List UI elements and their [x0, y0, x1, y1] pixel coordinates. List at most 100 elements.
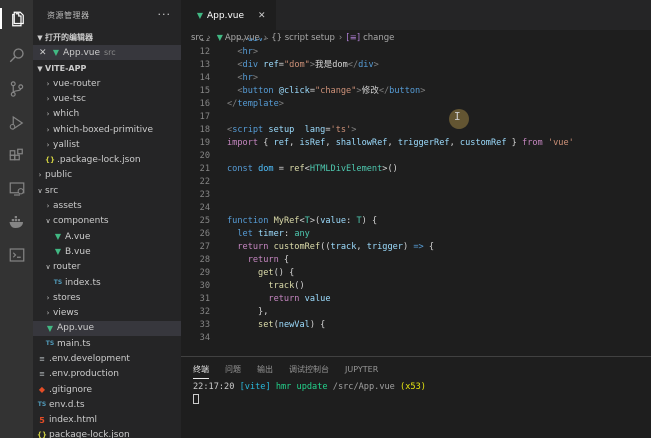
- code-line: 33 set(newVal) {: [181, 319, 651, 332]
- code-line: 22: [181, 176, 651, 189]
- tree-item[interactable]: › which-boxed-primitive: [33, 122, 181, 137]
- code-text: <hr>: [237, 73, 259, 83]
- code-text: import { ref, isRef, shallowRef, trigger…: [227, 138, 574, 148]
- tree-item-label: vue-tsc: [53, 93, 86, 104]
- panel-tabs: 终端 问题 输出 调试控制台 JUPYTER: [181, 357, 651, 381]
- tree-item[interactable]: ▼ App.vue: [33, 320, 181, 337]
- env-file-icon: ≡: [39, 370, 45, 379]
- code-line: 14 <hr>: [181, 72, 651, 85]
- explorer-icon[interactable]: [0, 8, 33, 29]
- tab-app-vue[interactable]: ▼ App.vue ✕: [181, 0, 276, 30]
- panel-tab[interactable]: 终端: [193, 364, 209, 379]
- open-editor-item[interactable]: ✕ ▼ App.vue src: [33, 45, 181, 60]
- docker-icon[interactable]: [6, 211, 27, 232]
- tree-item-label: which-boxed-primitive: [53, 124, 154, 135]
- line-number: 26: [199, 229, 210, 239]
- code-text: <button @click="change">修改</button>: [237, 86, 426, 96]
- code-line: 25 function MyRef<T>(value: T) {: [181, 215, 651, 228]
- tree-item[interactable]: › vue-router: [33, 76, 181, 91]
- vue-file-icon: ▼: [196, 11, 204, 20]
- tree-item[interactable]: TS env.d.ts: [33, 397, 181, 412]
- vue-file-icon: ▼: [54, 247, 62, 257]
- line-number: 12: [199, 47, 210, 57]
- source-control-icon[interactable]: [6, 78, 27, 99]
- tree-item[interactable]: {} package-lock.json: [33, 428, 181, 438]
- extensions-icon[interactable]: [6, 145, 27, 166]
- code-text: <hr>: [237, 47, 259, 57]
- code-text: track(): [268, 281, 305, 291]
- tree-item-label: main.ts: [57, 338, 91, 349]
- tree-item-label: App.vue: [57, 323, 95, 334]
- code-line: 30 track(): [181, 280, 651, 293]
- code-text: },: [227, 307, 269, 317]
- json-file-icon: {}: [45, 156, 55, 165]
- more-actions-icon[interactable]: ···: [158, 8, 172, 21]
- line-number: 14: [199, 73, 210, 83]
- line-number: 11: [199, 38, 210, 44]
- line-number: 31: [199, 294, 210, 304]
- vue-file-icon: ▼: [54, 232, 62, 242]
- tree-item[interactable]: › views: [33, 305, 181, 320]
- tree-item-label: vue-router: [53, 78, 101, 89]
- tab-bar: ▼ App.vue ✕: [181, 0, 651, 30]
- open-editors-header[interactable]: ▼ 打开的编辑器: [33, 30, 181, 45]
- line-number: 25: [199, 216, 210, 226]
- tree-item-label: A.vue: [65, 231, 91, 242]
- panel-tab[interactable]: JUPYTER: [345, 365, 378, 374]
- tree-item[interactable]: ∨ router: [33, 260, 181, 275]
- code-text: get() {: [258, 268, 295, 278]
- panel-tab[interactable]: 问题: [225, 364, 241, 375]
- line-number: 19: [199, 138, 210, 148]
- tree-item[interactable]: › public: [33, 168, 181, 183]
- line-number: 28: [199, 255, 210, 265]
- tree-item[interactable]: › vue-tsc: [33, 91, 181, 106]
- chevron-right-icon: ›: [46, 309, 50, 318]
- panel-tab[interactable]: 调试控制台: [289, 364, 329, 375]
- tree-item[interactable]: ∨ components: [33, 214, 181, 229]
- code-editor[interactable]: 11 </div> 12 <hr> 13 <div ref="dom">我是dom<…: [181, 38, 651, 356]
- tree-item[interactable]: TS index.ts: [33, 275, 181, 290]
- tree-item[interactable]: 5 index.html: [33, 413, 181, 428]
- terminal-cursor: [193, 393, 199, 404]
- line-number: 15: [199, 86, 210, 96]
- close-icon[interactable]: ✕: [39, 48, 49, 58]
- tree-item[interactable]: › assets: [33, 198, 181, 213]
- close-tab-icon[interactable]: ✕: [258, 11, 266, 21]
- json-file-icon: {}: [37, 431, 47, 438]
- line-number: 24: [199, 203, 210, 213]
- tree-item[interactable]: › yallist: [33, 137, 181, 152]
- run-debug-icon[interactable]: [6, 112, 27, 133]
- code-text: return value: [268, 294, 331, 304]
- tree-item[interactable]: TS main.ts: [33, 336, 181, 351]
- tree-item[interactable]: ▼ A.vue: [33, 229, 181, 244]
- code-line: 13 <div ref="dom">我是dom</div>: [181, 59, 651, 72]
- code-text: </div>: [237, 38, 269, 44]
- tree-item[interactable]: ∨ src: [33, 183, 181, 198]
- chevron-down-icon: ∨: [37, 186, 43, 195]
- terminal-icon[interactable]: [6, 244, 27, 265]
- tree-item[interactable]: ◆ .gitignore: [33, 382, 181, 397]
- tree-item[interactable]: {} .package-lock.json: [33, 152, 181, 167]
- panel-tab[interactable]: 输出: [257, 364, 273, 375]
- tree-item[interactable]: › stores: [33, 290, 181, 305]
- chevron-down-icon: ▼: [37, 33, 43, 42]
- code-text: set(newVal) {: [258, 320, 326, 330]
- code-text: return customRef((track, trigger) => {: [237, 242, 435, 252]
- code-text: </template>: [227, 99, 284, 109]
- code-line: 21 const dom = ref<HTMLDivElement>(): [181, 163, 651, 176]
- remote-explorer-icon[interactable]: [6, 178, 27, 199]
- tree-item[interactable]: ≡ .env.development: [33, 351, 181, 366]
- typescript-file-icon: TS: [45, 340, 55, 348]
- project-header[interactable]: ▼ VITE-APP: [33, 61, 181, 76]
- tree-item[interactable]: ≡ .env.production: [33, 367, 181, 382]
- tree-item[interactable]: ▼ B.vue: [33, 244, 181, 259]
- activity-bar: [0, 0, 33, 438]
- terminal-line: 22:17:20 [vite] hmr update /src/App.vue …: [193, 382, 426, 392]
- tree-item[interactable]: › which: [33, 107, 181, 122]
- terminal-output[interactable]: 22:17:20 [vite] hmr update /src/App.vue …: [181, 381, 651, 405]
- chevron-right-icon: ›: [38, 171, 42, 180]
- search-icon[interactable]: [6, 44, 27, 65]
- line-number: 27: [199, 242, 210, 252]
- code-text: let timer: any: [237, 229, 310, 239]
- code-text: function MyRef<T>(value: T) {: [227, 216, 378, 226]
